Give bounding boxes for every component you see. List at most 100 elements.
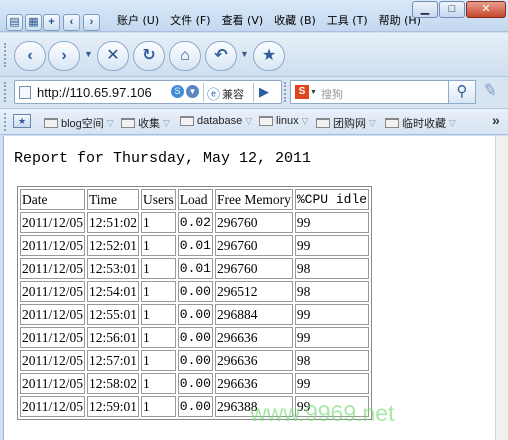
bookmark-folder[interactable]: linux ▽ — [259, 115, 309, 127]
navigation-toolbar: ‹ › ▼ ✕ ↻ ⌂ ↶ ▼ ★ — [0, 33, 508, 77]
column-header: %CPU idle — [294, 189, 370, 210]
table-cell: 1 — [141, 396, 176, 417]
table-row: 2011/12/05 12:54:01 1 0.00 296512 98 — [20, 281, 370, 302]
table-cell: 1 — [141, 327, 176, 348]
table-cell: 1 — [141, 281, 176, 302]
bookmark-label: blog空间 — [61, 118, 104, 130]
favorite-star-icon[interactable]: ★ — [253, 41, 285, 71]
address-field[interactable]: http://110.65.97.106 S ▼ ⓔ 兼容 ▶ — [14, 80, 282, 104]
table-cell: 1 — [141, 373, 176, 394]
table-cell: 12:53:01 — [87, 258, 140, 279]
search-engine-icon[interactable]: S — [295, 85, 309, 99]
toolbar-grip[interactable] — [284, 82, 288, 102]
chevron-down-icon: ▽ — [449, 117, 456, 128]
back-icon[interactable]: ‹ — [14, 41, 46, 71]
tab-scroll-left-icon[interactable]: ‹ — [63, 14, 80, 31]
title-bar: ▤ ▦ + ‹ › 账户 (U) 文件 (F) 查看 (V) 收藏 (B) 工具… — [0, 0, 508, 32]
toolbar-grip[interactable] — [4, 43, 8, 67]
table-cell: 0.00 — [177, 373, 213, 394]
maximize-button[interactable]: □ — [439, 1, 465, 18]
security-icon[interactable]: S — [171, 85, 184, 98]
engine-dropdown-icon[interactable]: ▼ — [310, 89, 317, 96]
menu-item-view[interactable]: 查看 (V) — [222, 12, 264, 28]
tab-scroll-right-icon[interactable]: › — [83, 14, 100, 31]
table-cell: 296636 — [215, 373, 293, 394]
vertical-scrollbar[interactable] — [495, 136, 508, 440]
chevron-down-icon: ▽ — [245, 115, 253, 126]
table-cell: 1 — [141, 304, 176, 325]
table-row: 2011/12/05 12:55:01 1 0.00 296884 99 — [20, 304, 370, 325]
table-cell: 0.01 — [177, 258, 213, 279]
table-row: 2011/12/05 12:53:01 1 0.01 296760 98 — [20, 258, 370, 279]
table-cell: 99 — [294, 373, 370, 394]
more-bookmarks-icon[interactable]: » — [492, 112, 500, 128]
table-cell: 12:51:02 — [87, 212, 140, 233]
table-cell: 98 — [294, 281, 370, 302]
undo-dropdown-icon[interactable]: ▼ — [240, 49, 249, 59]
bookmark-label: database — [197, 115, 243, 127]
bookmark-folder[interactable]: 团购网 ▽ — [316, 115, 376, 131]
table-cell: 2011/12/05 — [20, 235, 86, 256]
column-header: Users — [141, 189, 176, 210]
toolbar-grip[interactable] — [4, 113, 8, 131]
menu-item-account[interactable]: 账户 (U) — [117, 12, 159, 28]
bookmark-label: 团购网 — [333, 118, 366, 130]
table-cell: 296636 — [215, 350, 293, 371]
folder-icon — [121, 118, 135, 128]
bookmark-folder[interactable]: 收集 ▽ — [121, 115, 170, 131]
page-content: Report for Thursday, May 12, 2011 Date T… — [3, 136, 495, 440]
stop-icon[interactable]: ✕ — [97, 41, 129, 71]
chevron-down-icon: ▽ — [301, 115, 309, 126]
table-cell: 0.00 — [177, 304, 213, 325]
bookmark-folder[interactable]: 临时收藏 ▽ — [385, 115, 456, 131]
folder-icon — [385, 118, 399, 128]
column-header: Time — [87, 189, 140, 210]
pen-icon[interactable]: ✎ — [481, 80, 499, 102]
table-cell: 12:59:01 — [87, 396, 140, 417]
bookmark-folder[interactable]: database ▽ — [180, 115, 252, 127]
close-button[interactable]: ✕ — [466, 1, 506, 18]
bookmarks-bar: ★ blog空间 ▽ 收集 ▽ database ▽ linux ▽ 团购网 ▽… — [0, 109, 508, 135]
table-cell: 0.00 — [177, 281, 213, 302]
table-cell: 12:52:01 — [87, 235, 140, 256]
home-icon[interactable]: ⌂ — [169, 41, 201, 71]
table-row: 2011/12/05 12:51:02 1 0.02 296760 99 — [20, 212, 370, 233]
toolbar-grip[interactable] — [4, 82, 8, 102]
page-icon — [19, 86, 31, 99]
table-cell: 296760 — [215, 258, 293, 279]
menu-item-tools[interactable]: 工具 (T) — [327, 12, 368, 28]
table-cell: 296884 — [215, 304, 293, 325]
table-cell: 296760 — [215, 235, 293, 256]
tab-list-icon[interactable]: ▦ — [25, 14, 42, 31]
refresh-icon[interactable]: ↻ — [133, 41, 165, 71]
history-dropdown-icon[interactable]: ▼ — [84, 49, 93, 59]
forward-icon[interactable]: › — [48, 41, 80, 71]
compat-mode-icon[interactable]: ⓔ — [207, 84, 220, 103]
table-cell: 98 — [294, 350, 370, 371]
table-cell: 296760 — [215, 212, 293, 233]
bookmark-folder[interactable]: blog空间 ▽ — [44, 115, 114, 131]
minimize-button[interactable]: ▁ — [412, 1, 438, 18]
chevron-down-icon: ▽ — [163, 117, 170, 128]
search-icon[interactable]: ⚲ — [448, 80, 476, 104]
new-tab-icon[interactable]: + — [43, 14, 60, 31]
address-toolbar: http://110.65.97.106 S ▼ ⓔ 兼容 ▶ S ▼ 搜狗 ⚲… — [0, 77, 508, 109]
column-header: Load — [177, 189, 213, 210]
page-menu-icon[interactable]: ▤ — [6, 14, 23, 31]
table-row: 2011/12/05 12:56:01 1 0.00 296636 99 — [20, 327, 370, 348]
menu-item-favorites[interactable]: 收藏 (B) — [274, 12, 316, 28]
table-cell: 0.02 — [177, 212, 213, 233]
favorites-manager-icon[interactable]: ★ — [13, 114, 31, 128]
table-cell: 2011/12/05 — [20, 281, 86, 302]
go-icon[interactable]: ▶ — [259, 84, 269, 100]
compat-mode-label[interactable]: 兼容 — [222, 86, 244, 102]
dropdown-icon[interactable]: ▼ — [186, 85, 199, 98]
table-cell: 99 — [294, 235, 370, 256]
table-cell: 12:55:01 — [87, 304, 140, 325]
undo-icon[interactable]: ↶ — [205, 41, 237, 71]
url-text[interactable]: http://110.65.97.106 — [37, 85, 177, 100]
table-cell: 2011/12/05 — [20, 258, 86, 279]
table-cell: 99 — [294, 212, 370, 233]
menu-item-file[interactable]: 文件 (F) — [170, 12, 210, 28]
search-placeholder: 搜狗 — [321, 88, 343, 101]
